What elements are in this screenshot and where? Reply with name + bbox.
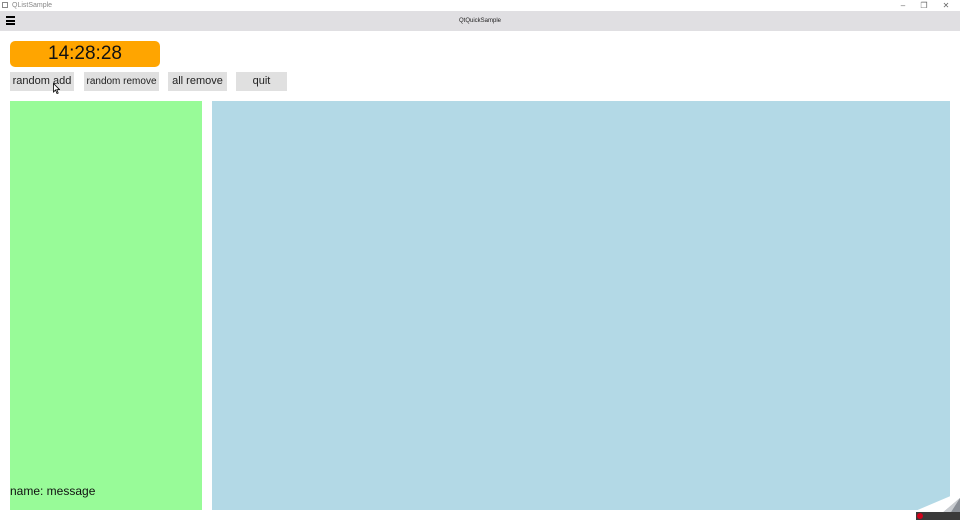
maximize-icon[interactable]: ❐ [914, 0, 934, 11]
random-remove-button[interactable]: random remove [84, 72, 159, 91]
app-header: QtQuickSample [0, 11, 960, 31]
page-curl-badge-icon [894, 492, 960, 520]
app-icon [2, 2, 8, 8]
window-title: QListSample [12, 2, 53, 9]
app-title: QtQuickSample [458, 18, 501, 24]
window-titlebar: QListSample – ❐ ✕ [0, 0, 960, 11]
message-label: name: message [10, 484, 96, 498]
all-remove-button[interactable]: all remove [168, 72, 227, 91]
random-add-button[interactable]: random add [10, 72, 74, 91]
right-content-panel[interactable] [212, 101, 950, 510]
clock-display: 14:28:28 [10, 41, 160, 67]
left-list-panel[interactable]: name: message [10, 101, 202, 510]
minimize-icon[interactable]: – [893, 0, 913, 11]
quit-button[interactable]: quit [236, 72, 287, 91]
mouse-cursor-icon [53, 83, 60, 94]
close-icon[interactable]: ✕ [936, 0, 956, 11]
